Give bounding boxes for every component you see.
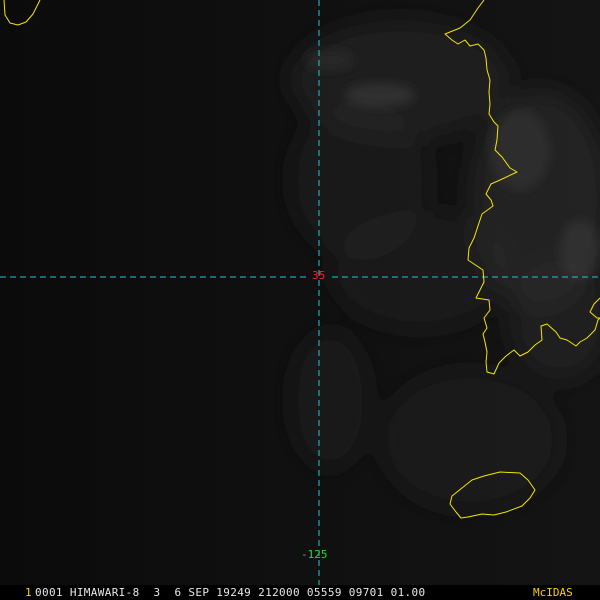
latitude-label: 35 xyxy=(312,269,326,282)
status-bar: 1 0001 HIMAWARI-8 3 6 SEP 19249 212000 0… xyxy=(0,585,600,600)
image-header-text: 0001 HIMAWARI-8 3 6 SEP 19249 212000 055… xyxy=(35,586,426,599)
brand-label: McIDAS xyxy=(533,586,573,599)
satellite-imagery xyxy=(0,0,600,600)
cloud-field xyxy=(290,20,600,510)
frame-number: 1 xyxy=(25,586,32,599)
longitude-label: -125 xyxy=(301,548,328,561)
satellite-image-viewer[interactable]: 35 -125 xyxy=(0,0,600,600)
